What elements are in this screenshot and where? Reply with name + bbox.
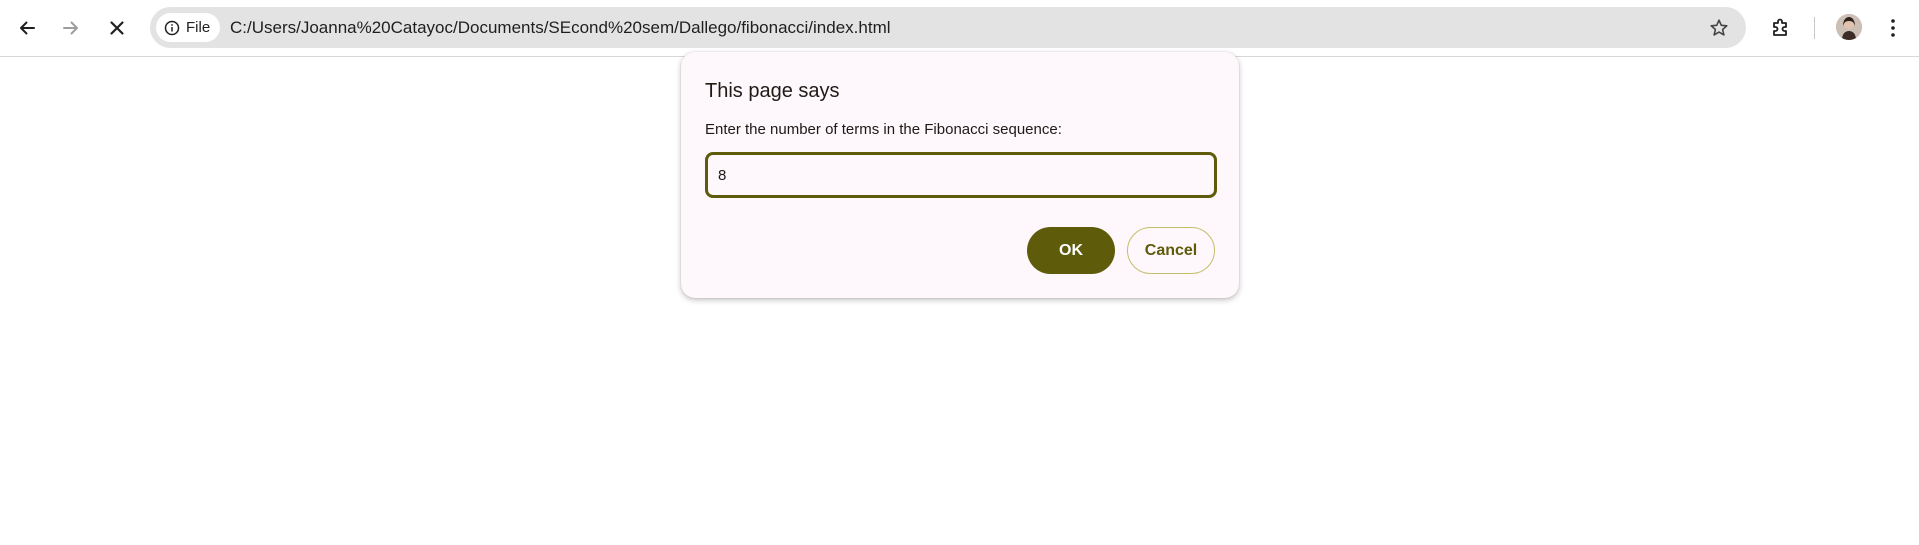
close-icon xyxy=(110,21,124,35)
back-button[interactable] xyxy=(9,10,45,46)
extensions-button[interactable] xyxy=(1763,10,1799,46)
browser-menu-button[interactable] xyxy=(1875,10,1911,46)
dialog-title: This page says xyxy=(705,80,840,102)
prompt-dialog: This page says Enter the number of terms… xyxy=(681,52,1239,298)
avatar[interactable] xyxy=(1836,14,1862,40)
forward-button[interactable] xyxy=(53,10,89,46)
kebab-menu-icon xyxy=(1891,19,1895,37)
puzzle-icon xyxy=(1773,18,1787,36)
profile-avatar-icon xyxy=(1836,14,1862,40)
info-icon xyxy=(164,20,180,35)
stop-loading-button[interactable] xyxy=(99,10,135,46)
browser-toolbar: File C:/Users/Joanna%20Catayoc/Documents… xyxy=(0,0,1919,57)
arrow-right-icon xyxy=(63,21,78,35)
bookmark-button[interactable] xyxy=(1706,15,1732,41)
star-icon xyxy=(1710,19,1728,36)
arrow-left-icon xyxy=(20,21,35,35)
toolbar-divider xyxy=(1814,17,1815,39)
prompt-input[interactable] xyxy=(705,152,1217,198)
site-info-chip[interactable]: File xyxy=(156,13,221,42)
address-bar[interactable]: File C:/Users/Joanna%20Catayoc/Documents… xyxy=(150,7,1746,48)
cancel-button[interactable]: Cancel xyxy=(1127,227,1215,274)
site-info-label: File xyxy=(186,19,211,36)
url-text[interactable]: C:/Users/Joanna%20Catayoc/Documents/SEco… xyxy=(230,7,891,48)
ok-button[interactable]: OK xyxy=(1027,227,1115,274)
dialog-message: Enter the number of terms in the Fibonac… xyxy=(705,121,1062,138)
